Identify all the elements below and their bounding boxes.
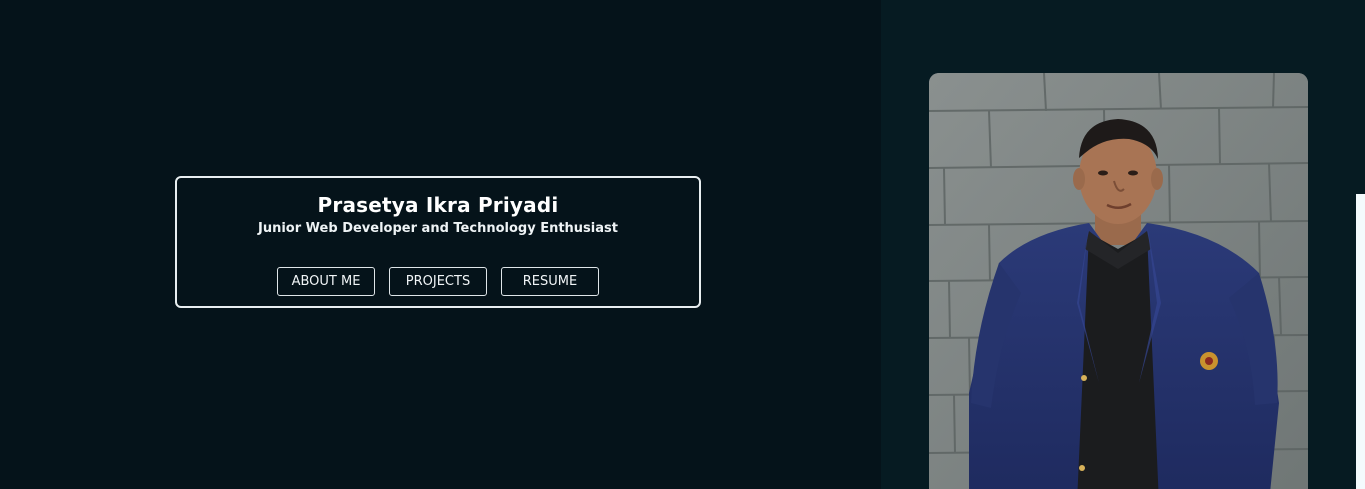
projects-button[interactable]: PROJECTS — [389, 267, 487, 296]
edge-strip — [1356, 194, 1365, 489]
hero-page: Prasetya Ikra Priyadi Junior Web Develop… — [0, 0, 1365, 489]
resume-button[interactable]: RESUME — [501, 267, 599, 296]
profile-photo — [929, 73, 1308, 489]
intro-tagline: Junior Web Developer and Technology Enth… — [258, 221, 618, 236]
intro-name: Prasetya Ikra Priyadi — [317, 193, 559, 217]
profile-photo-illustration — [929, 73, 1308, 489]
nav-button-row: ABOUT ME PROJECTS RESUME — [177, 267, 699, 296]
intro-card: Prasetya Ikra Priyadi Junior Web Develop… — [175, 176, 701, 308]
about-me-button[interactable]: ABOUT ME — [277, 267, 375, 296]
